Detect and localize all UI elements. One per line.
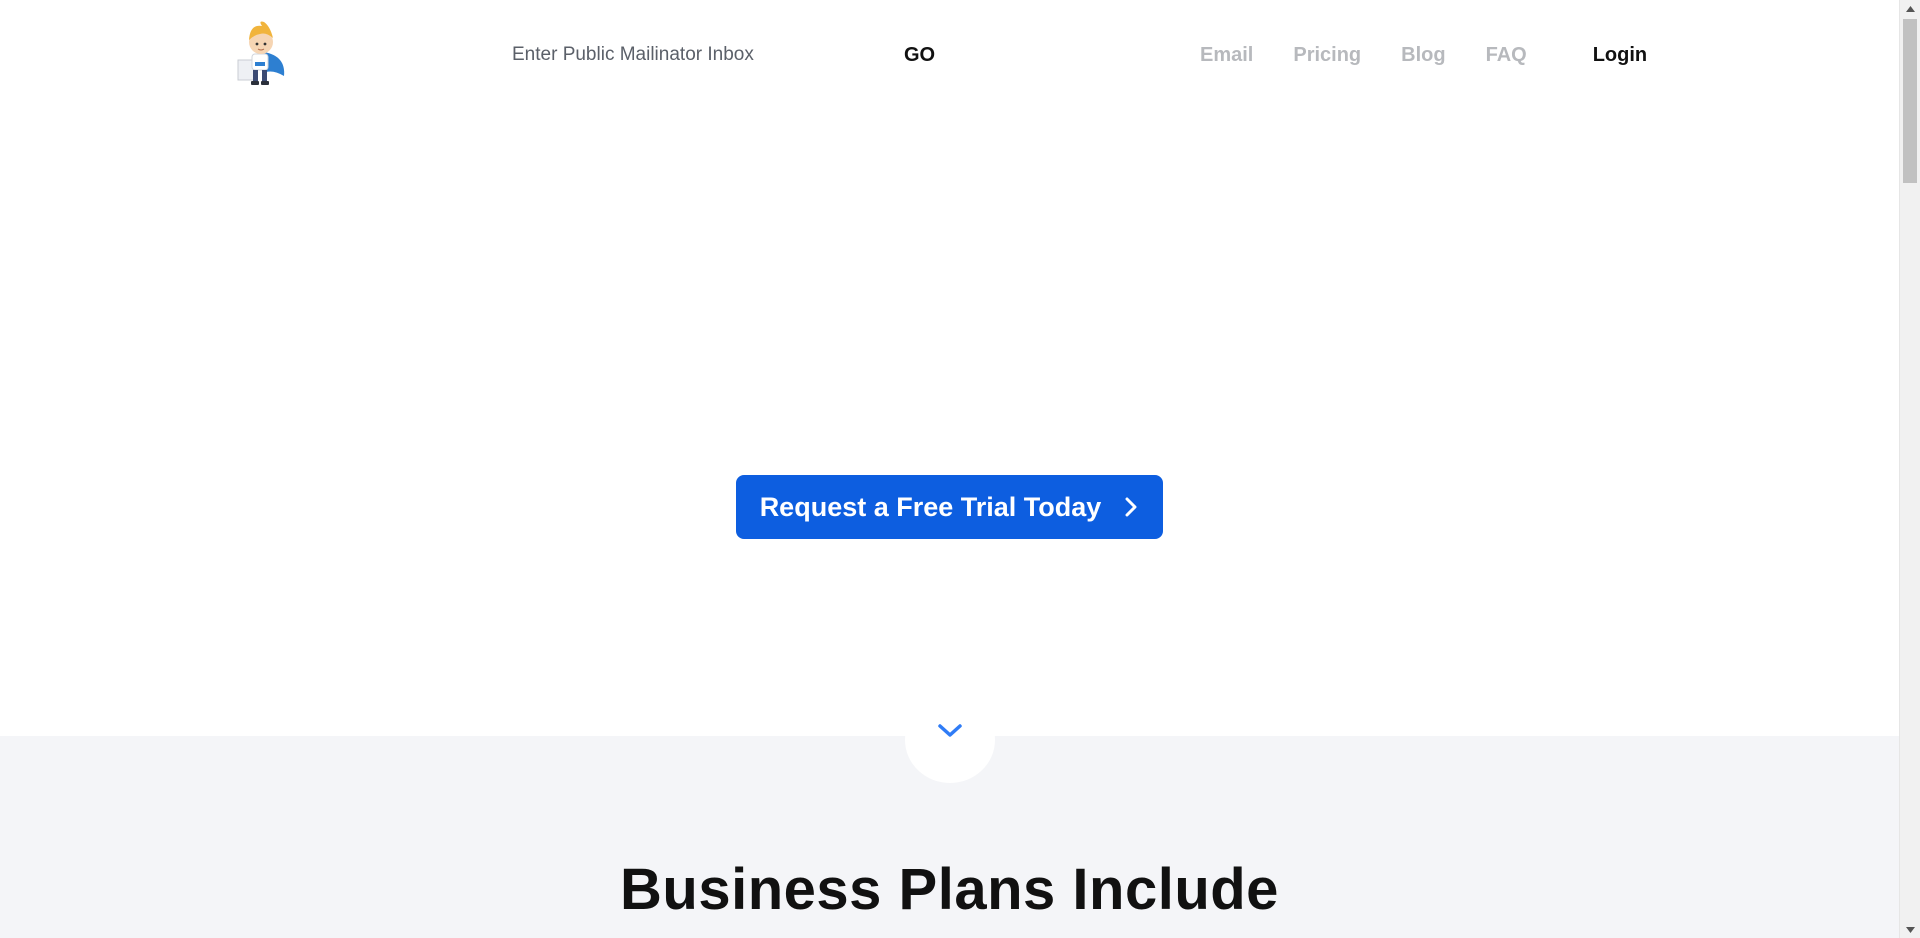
go-button[interactable]: GO xyxy=(898,38,941,72)
nav-link-email[interactable]: Email xyxy=(1200,44,1253,67)
cta-label: Request a Free Trial Today xyxy=(759,491,1102,522)
scroll-up-arrow[interactable] xyxy=(1900,0,1920,17)
scroll-down-arrow[interactable] xyxy=(1900,921,1920,938)
mascot-logo-icon xyxy=(237,21,285,85)
scroll-down-button[interactable] xyxy=(905,697,995,783)
triangle-up-icon xyxy=(1906,5,1915,12)
request-free-trial-button[interactable]: Request a Free Trial Today xyxy=(736,475,1163,539)
public-inbox-search-input[interactable] xyxy=(512,38,842,72)
nav-link-blog[interactable]: Blog xyxy=(1401,44,1445,67)
main-nav: Email Pricing Blog FAQ Login xyxy=(1200,40,1647,70)
chevron-down-icon xyxy=(938,724,962,737)
mailinator-logo[interactable] xyxy=(234,18,290,90)
business-plans-title: Business Plans Include xyxy=(620,857,1279,922)
page: GO Email Pricing Blog FAQ Login Request … xyxy=(0,0,1920,938)
scrollbar-thumb[interactable] xyxy=(1903,19,1917,183)
triangle-down-icon xyxy=(1906,926,1915,933)
nav-link-faq[interactable]: FAQ xyxy=(1486,44,1527,67)
page-scrollbar[interactable] xyxy=(1899,0,1920,938)
chevron-right-icon xyxy=(1125,497,1137,517)
site-header: GO Email Pricing Blog FAQ Login xyxy=(0,0,1899,110)
login-link[interactable]: Login xyxy=(1593,44,1647,67)
nav-link-pricing[interactable]: Pricing xyxy=(1293,44,1361,67)
